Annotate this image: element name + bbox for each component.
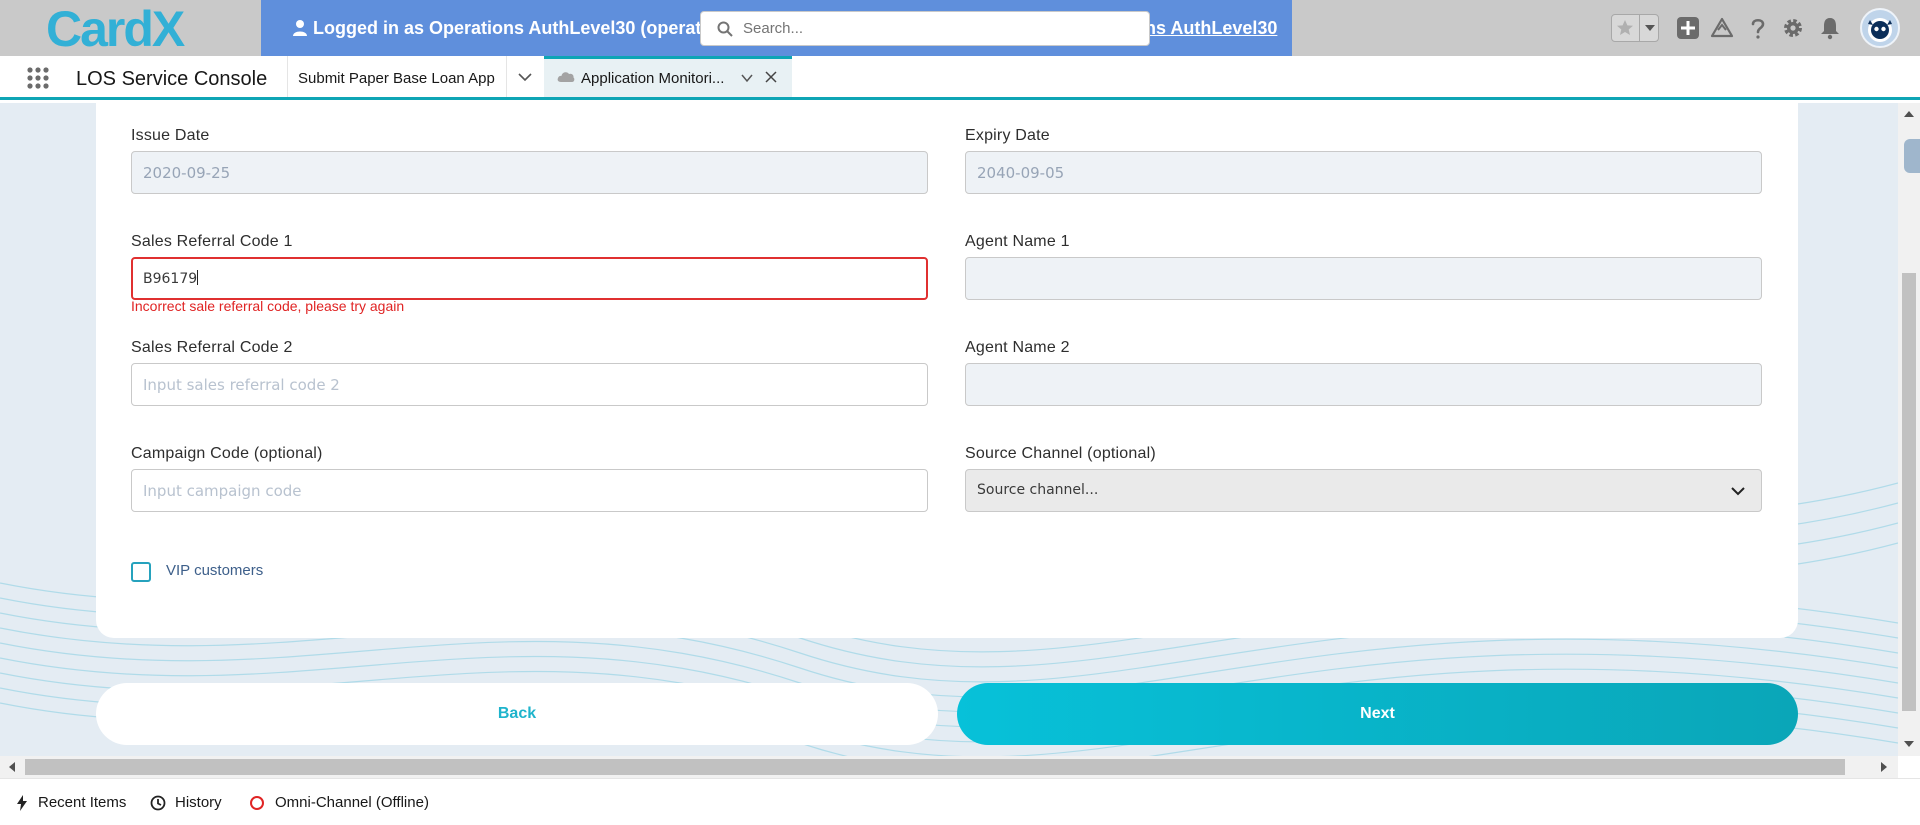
utility-bar: Recent Items History Omni-Channel (Offli… [0,778,1920,825]
source-channel-select[interactable]: Source channel... [965,469,1762,512]
logout-link[interactable]: ons AuthLevel30 [1134,18,1277,39]
scroll-up-arrow-icon[interactable] [1903,109,1915,119]
vip-customers-label[interactable]: VIP customers [166,562,263,579]
setup-gear-icon[interactable] [1781,16,1805,40]
recent-items-button[interactable]: Recent Items [38,794,126,811]
tab-application-monitoring[interactable]: Application Monitori... [544,56,792,97]
back-button[interactable]: Back [96,683,938,745]
login-status-text: Logged in as Operations AuthLevel30 (ope… [313,18,702,38]
notification-bell-icon[interactable] [1818,16,1842,40]
vip-customers-checkbox[interactable] [131,562,151,582]
text-cursor [197,270,199,285]
expiry-date-value: 2040-09-05 [977,164,1065,182]
sales-referral-code-1-input[interactable]: B96179 [131,257,928,300]
close-icon[interactable] [765,71,777,83]
side-panel-toggle[interactable] [1904,139,1920,173]
campaign-code-input[interactable]: Input campaign code [131,469,928,512]
app-name: LOS Service Console [76,68,268,90]
user-avatar[interactable] [1860,8,1900,48]
chevron-down-icon [518,73,532,82]
form-card: Issue Date 2020-09-25 Expiry Date 2040-0… [96,103,1798,638]
history-button[interactable]: History [175,794,222,811]
caret-down-icon[interactable] [1643,21,1657,35]
favorites-divider [1639,15,1640,41]
campaign-code-placeholder: Input campaign code [143,482,302,500]
nav-divider [287,56,288,97]
omni-channel-offline-icon [250,796,264,810]
expiry-date-field: 2040-09-05 [965,151,1762,194]
agent-name-1-label: Agent Name 1 [965,233,1070,250]
star-icon[interactable] [1615,18,1635,38]
history-clock-icon [150,795,166,811]
astro-avatar-icon [1868,18,1892,42]
scroll-left-arrow-icon[interactable] [7,761,17,773]
agent-name-1-field [965,257,1762,300]
expiry-date-label: Expiry Date [965,127,1050,144]
favorites-button-group[interactable] [1611,14,1659,42]
svg-text:CardX: CardX [46,2,185,54]
horizontal-scrollbar[interactable] [0,756,1898,778]
next-button[interactable]: Next [957,683,1798,745]
tab-chevron-down-icon[interactable] [741,72,753,84]
chevron-down-icon [1731,487,1745,496]
cardx-logo: CardX [46,2,187,54]
search-input[interactable] [743,12,1143,45]
sales-referral-code-1-value: B96179 [143,270,199,287]
omni-channel-button[interactable]: Omni-Channel (Offline) [275,794,429,811]
scroll-right-arrow-icon[interactable] [1879,761,1889,773]
sales-referral-code-1-label: Sales Referral Code 1 [131,233,293,250]
cloud-icon [557,72,575,82]
add-icon[interactable] [1676,16,1700,40]
search-icon [717,21,733,37]
app-launcher-icon[interactable] [26,66,50,90]
agent-name-2-field [965,363,1762,406]
global-search[interactable] [700,11,1150,46]
vertical-scroll-thumb[interactable] [1902,273,1916,711]
source-channel-value: Source channel... [977,482,1099,498]
horizontal-scroll-thumb[interactable] [25,759,1845,775]
agent-name-2-label: Agent Name 2 [965,339,1070,356]
issue-date-value: 2020-09-25 [143,164,231,182]
sales-referral-code-2-placeholder: Input sales referral code 2 [143,376,340,394]
issue-date-label: Issue Date [131,127,210,144]
tab-label: Application Monitori... [581,70,725,87]
nav-menu-button[interactable] [506,56,542,97]
console-navigation-bar: LOS Service Console Submit Paper Base Lo… [0,56,1920,100]
sales-referral-code-2-input[interactable]: Input sales referral code 2 [131,363,928,406]
nav-item-submit-paper-loan[interactable]: Submit Paper Base Loan App [298,70,495,87]
campaign-code-label: Campaign Code (optional) [131,445,323,462]
help-icon[interactable] [1746,16,1770,40]
issue-date-field: 2020-09-25 [131,151,928,194]
scroll-down-arrow-icon[interactable] [1903,739,1915,749]
vertical-scrollbar[interactable] [1898,103,1920,756]
trailhead-icon[interactable] [1710,16,1734,40]
lightning-bolt-icon [17,795,27,811]
sales-referral-error-message: Incorrect sale referral code, please try… [131,298,405,314]
sales-referral-code-2-label: Sales Referral Code 2 [131,339,293,356]
main-content: Issue Date 2020-09-25 Expiry Date 2040-0… [0,103,1898,756]
source-channel-label: Source Channel (optional) [965,445,1156,462]
